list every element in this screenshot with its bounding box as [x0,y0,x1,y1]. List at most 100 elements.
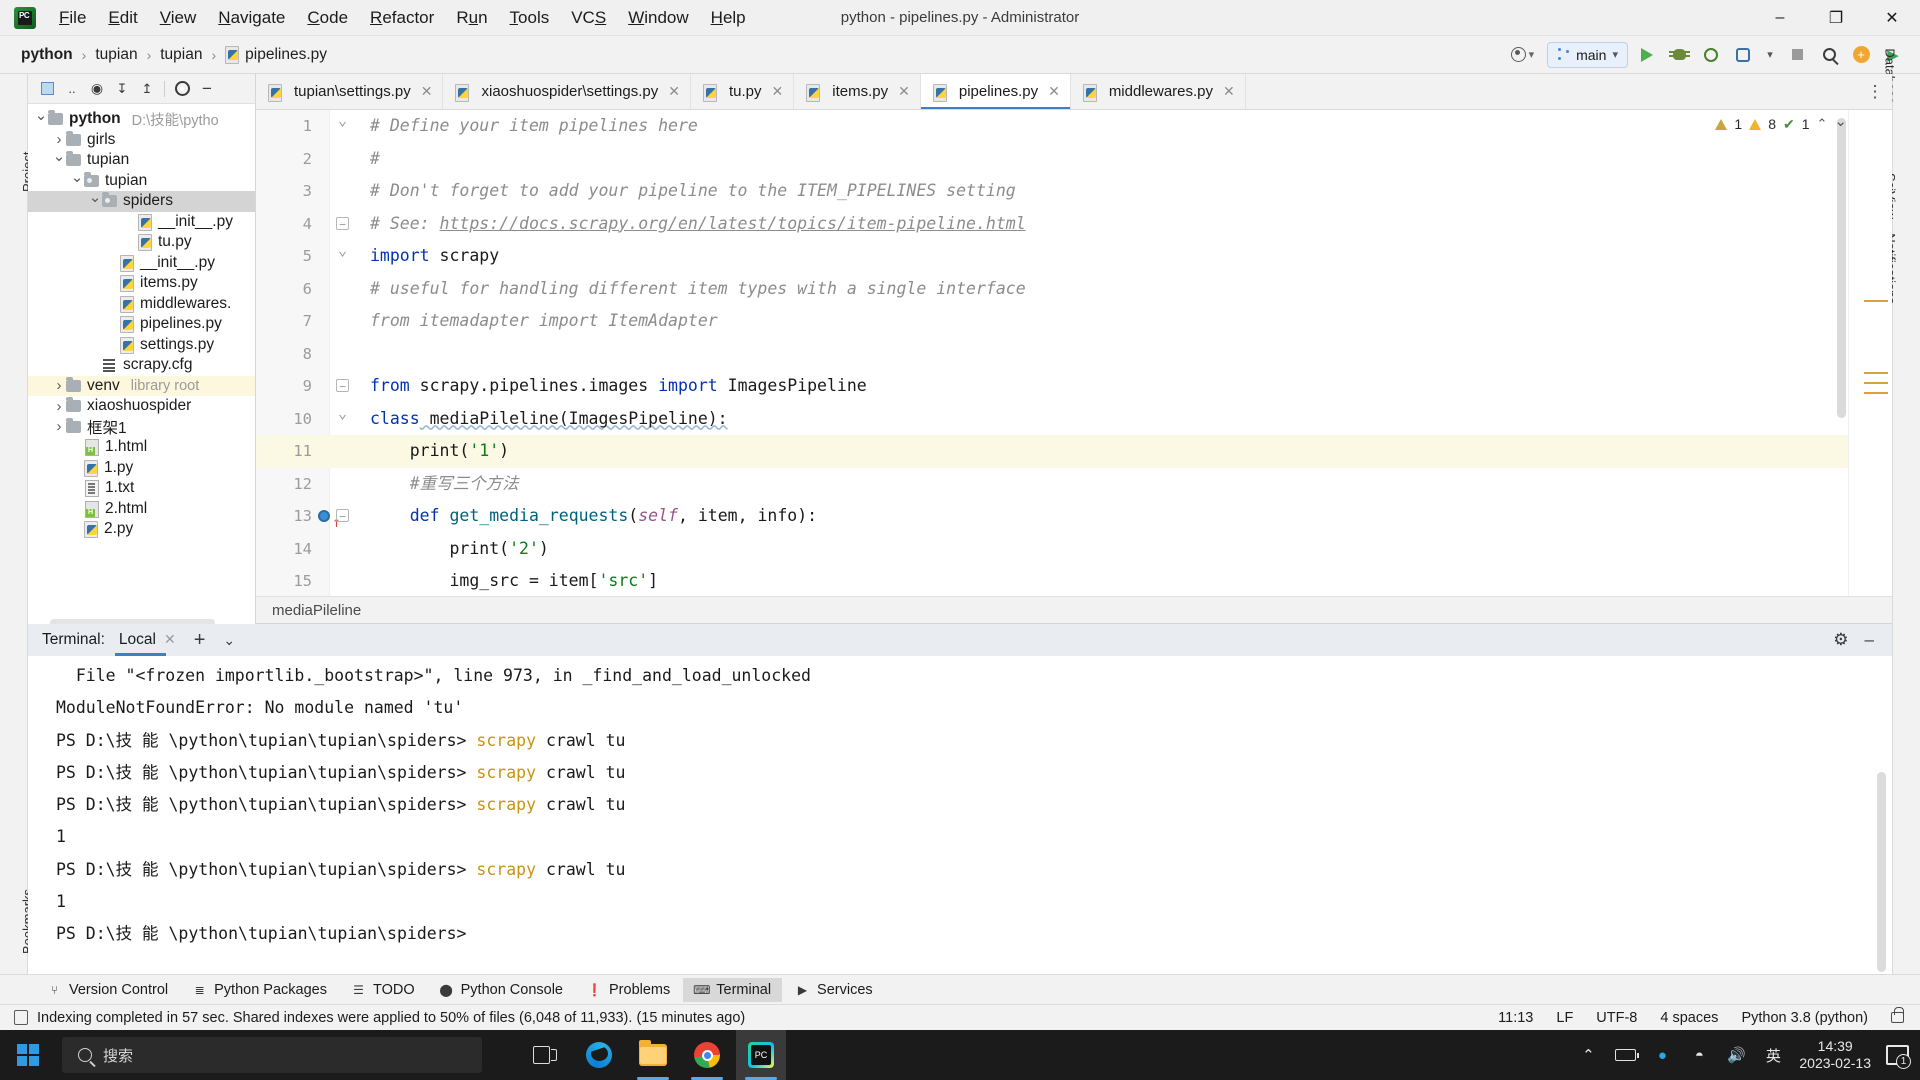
panel-settings-button[interactable] [171,78,193,100]
chevron-right-icon[interactable] [52,131,66,148]
tree-item-2.py[interactable]: 2.py [28,519,255,540]
taskbar-task-view-button[interactable] [520,1030,570,1080]
tree-item-girls[interactable]: girls [28,130,255,151]
breadcrumb-item-1[interactable]: tupian [90,44,142,66]
debug-button[interactable] [1666,42,1692,68]
tool-window-button-services[interactable]: ▶ Services [784,978,884,1002]
indent-setting[interactable]: 4 spaces [1660,1010,1718,1026]
editor-tab-items.py[interactable]: items.py ✕ [794,74,921,109]
gear-icon[interactable]: ⚙ [1833,630,1848,650]
editor-tab-middlewares.py[interactable]: middlewares.py ✕ [1070,74,1246,109]
menu-item-code[interactable]: Code [296,4,359,32]
terminal-tab-local[interactable]: Local ✕ [114,626,180,656]
menu-item-help[interactable]: Help [700,4,757,32]
close-icon[interactable]: ✕ [1223,83,1235,100]
terminal-scrollbar[interactable] [1877,772,1886,972]
tool-window-button-python-console[interactable]: ⬤ Python Console [428,978,574,1002]
fold-marker-open-icon[interactable]: ⌄ [336,243,349,258]
tree-item-tupian[interactable]: tupian [28,150,255,171]
code-line[interactable]: 7 from itemadapter import ItemAdapter [256,305,1892,338]
editor-right-gutter[interactable] [1848,110,1892,596]
close-icon[interactable]: ✕ [1048,83,1060,100]
breadcrumb-item-0[interactable]: python [16,44,78,66]
close-icon[interactable]: ✕ [898,83,910,100]
code-line[interactable]: 4 − # See: https://docs.scrapy.org/en/late… [256,208,1892,241]
chevron-right-icon[interactable] [52,398,66,415]
updates-button[interactable]: + [1848,42,1874,68]
tool-window-button-terminal[interactable]: ⌨ Terminal [683,977,783,1002]
code-line[interactable]: 3 # Don't forget to add your pipeline to … [256,175,1892,208]
code-line[interactable]: 2 # [256,143,1892,176]
menu-item-vcs[interactable]: VCS [560,4,617,32]
editor-tab-xiaoshuospider-settings.py[interactable]: xiaoshuospider\settings.py ✕ [443,74,691,109]
start-button[interactable] [0,1030,56,1080]
onedrive-icon[interactable]: ● [1651,1044,1673,1066]
up-directory-button[interactable]: .. [61,78,83,100]
chevron-down-icon[interactable]: ⌄ [1834,112,1847,130]
file-encoding[interactable]: UTF-8 [1596,1010,1637,1026]
breakpoint-icon[interactable] [318,510,330,522]
chevron-down-icon[interactable] [52,151,66,169]
hide-panel-button[interactable]: − [196,78,218,100]
git-branch-selector[interactable]: main ▾ [1547,41,1628,68]
tool-window-button-todo[interactable]: ☰ TODO [340,978,426,1002]
code-line[interactable]: 14 print('2') [256,533,1892,566]
tree-item-scrapy.cfg[interactable]: scrapy.cfg [28,355,255,376]
tree-item-tupian[interactable]: tupian [28,171,255,192]
event-log-icon[interactable] [14,1010,28,1025]
menu-item-view[interactable]: View [149,4,208,32]
tree-item-1.html[interactable]: 1.html [28,437,255,458]
code-line[interactable]: 9 − from scrapy.pipelines.images import Im… [256,370,1892,403]
expand-all-button[interactable]: ↧ [111,78,133,100]
run-button[interactable] [1634,42,1660,68]
taskbar-app-edge[interactable] [574,1030,624,1080]
code-line[interactable]: 11 print('1') [256,435,1892,468]
tree-item-2.html[interactable]: 2.html [28,499,255,520]
breadcrumb-item-2[interactable]: tupian [155,44,207,66]
inspection-widget[interactable]: 1 8 ✔ 1 ⌃ ⌄ [1657,110,1847,138]
close-icon[interactable]: ✕ [772,83,784,100]
editor-code-area[interactable]: 1 ⌄ # Define your item pipelines here 2 #3 # … [256,110,1892,596]
fold-marker-open-icon[interactable]: ⌄ [336,405,349,420]
new-terminal-button[interactable]: + [190,630,210,650]
tree-item-1.py[interactable]: 1.py [28,458,255,479]
stop-button[interactable] [1784,42,1810,68]
taskbar-app-pycharm[interactable] [736,1030,786,1080]
chevron-up-icon[interactable]: ⌃ [1817,116,1828,132]
code-editor[interactable]: 1 ⌄ # Define your item pipelines here 2 #3 # … [256,110,1892,596]
python-interpreter[interactable]: Python 3.8 (python) [1741,1010,1868,1026]
select-opened-file-button[interactable] [36,78,58,100]
editor-status-breadcrumb[interactable]: mediaPileline [256,596,1892,624]
tool-window-button-problems[interactable]: ❗ Problems [576,978,681,1002]
tree-item-__init__.py[interactable]: __init__.py [28,212,255,233]
editor-scrollbar[interactable] [1837,118,1846,418]
battery-icon[interactable] [1614,1044,1639,1066]
fold-marker-open-icon[interactable]: ⌄ [336,113,349,128]
tree-item-spiders[interactable]: spiders [28,191,255,212]
wifi-icon[interactable]: ◓ [1688,1044,1710,1066]
volume-icon[interactable]: 🔊 [1725,1044,1747,1066]
more-run-options[interactable]: ▾ [1762,42,1778,68]
close-button[interactable]: ✕ [1864,0,1920,36]
tree-item-middlewares.[interactable]: middlewares. [28,294,255,315]
code-line[interactable]: 15 img_src = item['src'] [256,565,1892,598]
terminal-options-button[interactable]: ⌄ [219,632,239,649]
tool-window-button-version-control[interactable]: ⑂ Version Control [36,978,179,1002]
tree-item-1[interactable]: 框架1 [28,417,255,438]
menu-item-edit[interactable]: Edit [97,4,148,32]
run-coverage-button[interactable] [1698,42,1724,68]
editor-tabs-more-button[interactable]: ⋮ [1858,74,1892,109]
editor-tab-tu.py[interactable]: tu.py ✕ [691,74,795,109]
search-everywhere-button[interactable] [1816,42,1842,68]
editor-tab-pipelines.py[interactable]: pipelines.py ✕ [920,74,1071,109]
minimize-button[interactable]: – [1752,0,1808,36]
tree-item-items.py[interactable]: items.py [28,273,255,294]
editor-tab-tupian-settings.py[interactable]: tupian\settings.py ✕ [256,74,444,109]
account-button[interactable]: ▾ [1504,44,1542,65]
tree-item-venv[interactable]: venv library root [28,375,255,396]
taskbar-app-chrome[interactable] [682,1030,732,1080]
collapse-all-button[interactable]: ↥ [136,78,158,100]
close-icon[interactable]: ✕ [421,83,433,100]
tree-item-python[interactable]: python D:\技能\pytho [28,109,255,130]
locate-button[interactable]: ◉ [86,78,108,100]
